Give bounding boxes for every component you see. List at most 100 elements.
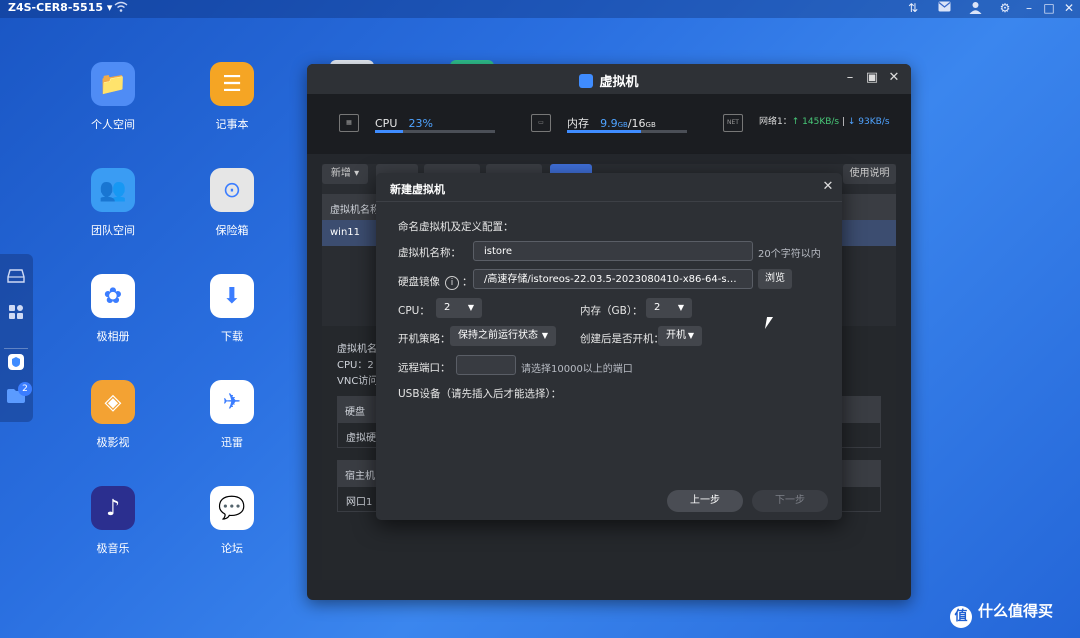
detail-vm-name: 虚拟机名 [337,344,377,355]
vm-name-input[interactable]: istore [473,241,753,261]
close-icon[interactable]: ✕ [1062,1,1076,15]
vm-app-icon[interactable] [6,354,26,374]
desktop-icon[interactable]: ◈ 极影视 [71,380,155,450]
remote-port-input[interactable] [456,355,516,375]
desktop-icon[interactable]: ✈ 迅雷 [190,380,274,450]
memory-used: 9.9 [600,117,618,130]
disk-image-label-text: 硬盘镜像 [398,276,440,288]
desktop-icon[interactable]: 📁 个人空间 [71,62,155,132]
new-vm-dialog: 新建虚拟机 ✕ 命名虚拟机及定义配置： 虚拟机名称： istore 20个字符以… [376,173,842,520]
notification-badge: 2 [18,382,32,396]
network-label: 网络1： [759,117,792,127]
user-icon[interactable] [968,1,982,15]
detail-vnc: VNC访问 [337,376,379,387]
caret-down-icon: ▼ [467,303,474,312]
desktop-icon[interactable]: 👥 团队空间 [71,168,155,238]
device-name: Z4S-CER8-5515 [8,1,104,14]
vm-name-hint: 20个字符以内 [758,249,821,260]
drive-icon[interactable] [6,268,26,288]
minimize-icon[interactable]: – [1022,1,1036,15]
close-icon[interactable]: ✕ [820,179,836,195]
disk-header: 硬盘 [345,407,365,418]
desktop-icon-label: 论坛 [221,542,243,555]
close-icon[interactable]: ✕ [886,70,902,86]
detail-cpu: CPU：2 [337,360,374,371]
memory-label: 内存 [567,117,589,130]
section-title: 命名虚拟机及定义配置： [398,221,514,233]
desktop-icon-label: 下载 [221,330,243,343]
desktop-icon[interactable]: 💬 论坛 [190,486,274,556]
caret-down-icon: ▼ [677,303,684,312]
browse-button[interactable]: 浏览 [758,269,792,289]
gear-icon[interactable]: ⚙ [998,1,1012,15]
network-download: ↓ 93KB/s [847,117,890,127]
desktop-icon[interactable]: ⊙ 保险箱 [190,168,274,238]
caret-down-icon: ▼ [687,331,694,340]
info-icon[interactable]: i [445,276,459,290]
mail-icon[interactable] [937,1,951,15]
column-header-name: 虚拟机名称 [330,205,380,216]
video-icon: ◈ [91,380,135,424]
maximize-icon[interactable]: □ [1042,1,1056,15]
apps-grid-icon[interactable] [6,304,26,324]
top-bar: Z4S-CER8-5515 ▾ ⇅ ⚙ – □ ✕ [0,0,1080,18]
left-dock: 2 [0,254,33,422]
minimize-icon[interactable]: – [842,70,858,86]
desktop-icon-label: 团队空间 [91,224,135,237]
vm-window-title: 虚拟机 [307,71,911,90]
memory-usage-bar [567,130,687,133]
autostart-select[interactable]: 开机 ▼ [658,326,702,346]
vm-window-titlebar[interactable]: 虚拟机 – ▣ ✕ [307,64,911,94]
cpu-label: CPU： [398,305,430,317]
memory-select[interactable]: 2 ▼ [646,298,692,318]
disk-image-label: 硬盘镜像 i： [398,274,473,290]
new-vm-button[interactable]: 新增 ▾ [322,164,368,184]
vm-shield-icon [579,74,594,88]
wifi-icon [114,1,128,15]
device-name-dropdown[interactable]: Z4S-CER8-5515 ▾ [8,1,112,14]
cpu-value: 23% [408,117,433,130]
forum-icon: 💬 [210,486,254,530]
desktop-icon-label: 极相册 [96,330,130,343]
transfer-icon[interactable]: ⇅ [906,1,920,15]
dialog-title: 新建虚拟机 [390,183,445,196]
boot-policy-label: 开机策略： [398,333,451,345]
vm-name-cell: win11 [330,227,361,238]
cpu-stat: CPU 23% [375,112,433,131]
desktop-icon[interactable]: ♪ 极音乐 [71,486,155,556]
next-step-button[interactable]: 下一步 [752,490,828,512]
desktop-icon[interactable]: ☰ 记事本 [190,62,274,132]
dock-divider [4,348,28,349]
caret-down-icon: ▼ [541,331,548,340]
desktop-icon-label: 个人空间 [91,118,135,131]
cpu-select-value: 2 [444,302,451,313]
download-icon: ⬇ [210,274,254,318]
thunder-icon: ✈ [210,380,254,424]
memory-used-unit: GB [617,121,628,129]
cpu-usage-fill [375,130,403,133]
desktop-icon[interactable]: ✿ 极相册 [71,274,155,344]
autostart-value: 开机 [666,330,686,341]
maximize-icon[interactable]: ▣ [864,70,880,86]
photos-icon: ✿ [91,274,135,318]
memory-label: 内存（GB）： [580,305,643,317]
cpu-chip-icon: ▦ [339,114,359,132]
autostart-label: 创建后是否开机： [580,333,664,345]
desktop-icon[interactable]: ⬇ 下载 [190,274,274,344]
cpu-label: CPU [375,117,398,130]
network-chip-icon: NET [723,114,743,132]
vm-title-text: 虚拟机 [599,75,639,90]
cpu-select[interactable]: 2 ▼ [436,298,482,318]
memory-total: /16 [627,117,646,130]
disk-image-colon: ： [462,276,473,288]
usb-device-label: USB设备（请先插入后才能选择）： [398,388,562,400]
desktop-icon-label: 极影视 [96,436,130,449]
net-row: 网口1 [346,497,373,508]
disk-image-input[interactable]: /高速存储/istoreos-22.03.5-2023080410-x86-64… [473,269,753,289]
resource-stats: ▦ CPU 23% ▭ 内存 9.9GB/16GB NET 网络1：↑ 145K… [307,94,911,154]
help-button[interactable]: 使用说明 [843,164,896,184]
boot-policy-select[interactable]: 保持之前运行状态 ▼ [450,326,556,346]
memory-select-value: 2 [654,302,661,313]
desktop-icon-label: 保险箱 [215,224,249,237]
prev-step-button[interactable]: 上一步 [667,490,743,512]
